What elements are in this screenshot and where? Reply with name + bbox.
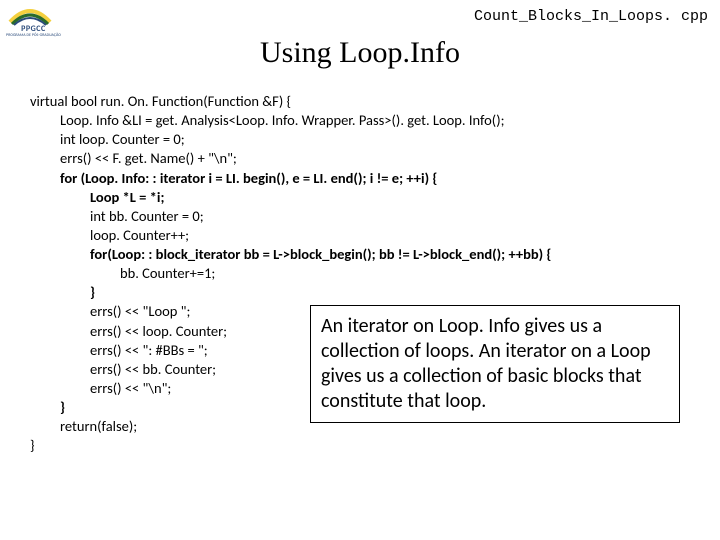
code-line: } [30, 436, 35, 454]
code-line: loop. Counter++; [30, 226, 704, 245]
code-line: bb. Counter+=1; [30, 264, 704, 283]
code-line: virtual bool run. On. Function(Function … [30, 92, 291, 110]
callout-box: An iterator on Loop. Info gives us a col… [310, 305, 680, 423]
code-line: for (Loop. Info: : iterator i = LI. begi… [30, 169, 704, 188]
code-line: for(Loop: : block_iterator bb = L->block… [30, 245, 704, 264]
slide-title: Using Loop.Info [0, 36, 720, 70]
source-filename: Count_Blocks_In_Loops. cpp [474, 8, 708, 25]
logo-arc-icon [6, 6, 54, 26]
code-line: } [30, 283, 704, 302]
logo: PPGCC PROGRAMA DE PÓS-GRADUAÇÃO [6, 6, 61, 38]
code-line: int bb. Counter = 0; [30, 207, 704, 226]
slide: PPGCC PROGRAMA DE PÓS-GRADUAÇÃO Count_Bl… [0, 0, 720, 540]
code-line: errs() << F. get. Name() + "\n"; [30, 149, 704, 168]
code-line: Loop *L = *i; [30, 188, 704, 207]
code-line: Loop. Info &LI = get. Analysis<Loop. Inf… [30, 111, 704, 130]
code-line: int loop. Counter = 0; [30, 130, 704, 149]
callout-text: An iterator on Loop. Info gives us a col… [321, 314, 651, 413]
